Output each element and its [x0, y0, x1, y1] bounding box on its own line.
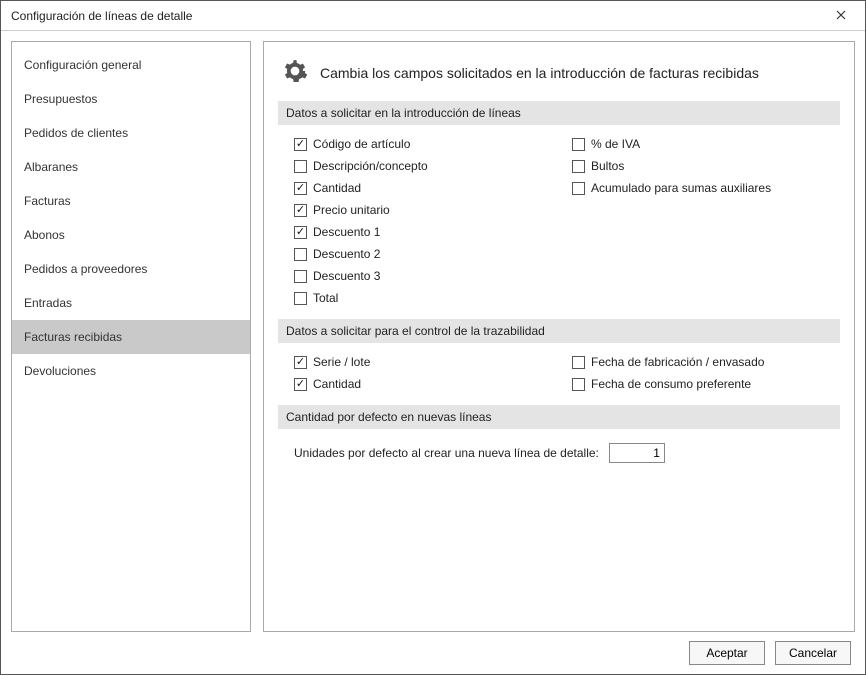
checkbox-row: Fecha de fabricación / envasado: [572, 353, 840, 371]
sidebar-item-label: Devoluciones: [24, 364, 96, 378]
close-icon: [836, 9, 846, 23]
checkbox-row: Cantidad: [294, 179, 562, 197]
checkbox[interactable]: [294, 378, 307, 391]
section-header-2: Datos a solicitar para el control de la …: [278, 319, 840, 343]
checkbox-label: Cantidad: [313, 179, 361, 197]
sidebar-item-label: Abonos: [24, 228, 65, 242]
sidebar-item-label: Configuración general: [24, 58, 141, 72]
default-quantity-row: Unidades por defecto al crear una nueva …: [278, 439, 840, 467]
checkbox-label: Código de artículo: [313, 135, 410, 153]
sidebar-item-label: Facturas: [24, 194, 71, 208]
checkbox-label: % de IVA: [591, 135, 640, 153]
checkbox[interactable]: [572, 138, 585, 151]
sidebar-item-label: Entradas: [24, 296, 72, 310]
checkbox[interactable]: [294, 204, 307, 217]
sidebar-item[interactable]: Abonos: [12, 218, 250, 252]
checkbox-row: Descuento 1: [294, 223, 562, 241]
sidebar-item[interactable]: Albaranes: [12, 150, 250, 184]
checkbox-row: Cantidad: [294, 375, 562, 393]
checkbox-row: Serie / lote: [294, 353, 562, 371]
page-header: Cambia los campos solicitados en la intr…: [282, 58, 840, 87]
checkbox-label: Fecha de fabricación / envasado: [591, 353, 764, 371]
cancel-button[interactable]: Cancelar: [775, 641, 851, 665]
checkbox-label: Fecha de consumo preferente: [591, 375, 751, 393]
checkbox-row: Precio unitario: [294, 201, 562, 219]
checkbox-row: Total: [294, 289, 562, 307]
window-title: Configuración de líneas de detalle: [11, 9, 192, 23]
sidebar-item-label: Presupuestos: [24, 92, 97, 106]
checkbox[interactable]: [294, 226, 307, 239]
checkbox-row: Fecha de consumo preferente: [572, 375, 840, 393]
close-button[interactable]: [823, 4, 859, 28]
checkbox-label: Descripción/concepto: [313, 157, 428, 175]
section1-checkboxes: Código de artículo Descripción/concepto Ca…: [278, 135, 840, 311]
section-header-1: Datos a solicitar en la introducción de …: [278, 101, 840, 125]
section-header-3: Cantidad por defecto en nuevas líneas: [278, 405, 840, 429]
sidebar-item-label: Pedidos de clientes: [24, 126, 128, 140]
checkbox-row: Bultos: [572, 157, 840, 175]
sidebar-item[interactable]: Devoluciones: [12, 354, 250, 388]
checkbox-label: Acumulado para sumas auxiliares: [591, 179, 771, 197]
checkbox[interactable]: [572, 356, 585, 369]
dialog-footer: Aceptar Cancelar: [1, 632, 865, 674]
gear-icon: [282, 58, 308, 87]
checkbox[interactable]: [572, 182, 585, 195]
sidebar-item[interactable]: Facturas recibidas: [12, 320, 250, 354]
checkbox-label: Descuento 1: [313, 223, 380, 241]
checkbox-label: Serie / lote: [313, 353, 370, 371]
default-quantity-input[interactable]: [609, 443, 665, 463]
checkbox-label: Descuento 2: [313, 245, 380, 263]
checkbox-row: Acumulado para sumas auxiliares: [572, 179, 840, 197]
checkbox-row: Código de artículo: [294, 135, 562, 153]
checkbox-row: % de IVA: [572, 135, 840, 153]
checkbox[interactable]: [294, 138, 307, 151]
titlebar: Configuración de líneas de detalle: [1, 1, 865, 31]
sidebar-item[interactable]: Pedidos a proveedores: [12, 252, 250, 286]
sidebar-item-label: Albaranes: [24, 160, 78, 174]
checkbox-label: Total: [313, 289, 338, 307]
checkbox[interactable]: [572, 160, 585, 173]
checkbox-label: Descuento 3: [313, 267, 380, 285]
checkbox-label: Cantidad: [313, 375, 361, 393]
sidebar: Configuración general Presupuestos Pedidos…: [11, 41, 251, 632]
checkbox-label: Precio unitario: [313, 201, 390, 219]
dialog-body: Configuración general Presupuestos Pedidos…: [1, 31, 865, 632]
checkbox-row: Descripción/concepto: [294, 157, 562, 175]
sidebar-item-label: Facturas recibidas: [24, 330, 122, 344]
sidebar-item-label: Pedidos a proveedores: [24, 262, 147, 276]
checkbox[interactable]: [294, 356, 307, 369]
sidebar-item[interactable]: Facturas: [12, 184, 250, 218]
checkbox-label: Bultos: [591, 157, 624, 175]
main-panel: Cambia los campos solicitados en la intr…: [263, 41, 855, 632]
sidebar-item[interactable]: Presupuestos: [12, 82, 250, 116]
accept-button[interactable]: Aceptar: [689, 641, 765, 665]
sidebar-item[interactable]: Configuración general: [12, 48, 250, 82]
checkbox[interactable]: [572, 378, 585, 391]
checkbox[interactable]: [294, 160, 307, 173]
checkbox-row: Descuento 3: [294, 267, 562, 285]
checkbox[interactable]: [294, 292, 307, 305]
sidebar-item[interactable]: Pedidos de clientes: [12, 116, 250, 150]
default-quantity-label: Unidades por defecto al crear una nueva …: [294, 446, 599, 460]
checkbox-row: Descuento 2: [294, 245, 562, 263]
checkbox[interactable]: [294, 182, 307, 195]
section2-checkboxes: Serie / lote Cantidad Fecha de fabricació…: [278, 353, 840, 397]
page-title: Cambia los campos solicitados en la intr…: [320, 65, 759, 81]
checkbox[interactable]: [294, 270, 307, 283]
sidebar-item[interactable]: Entradas: [12, 286, 250, 320]
checkbox[interactable]: [294, 248, 307, 261]
dialog-window: Configuración de líneas de detalle Confi…: [0, 0, 866, 675]
